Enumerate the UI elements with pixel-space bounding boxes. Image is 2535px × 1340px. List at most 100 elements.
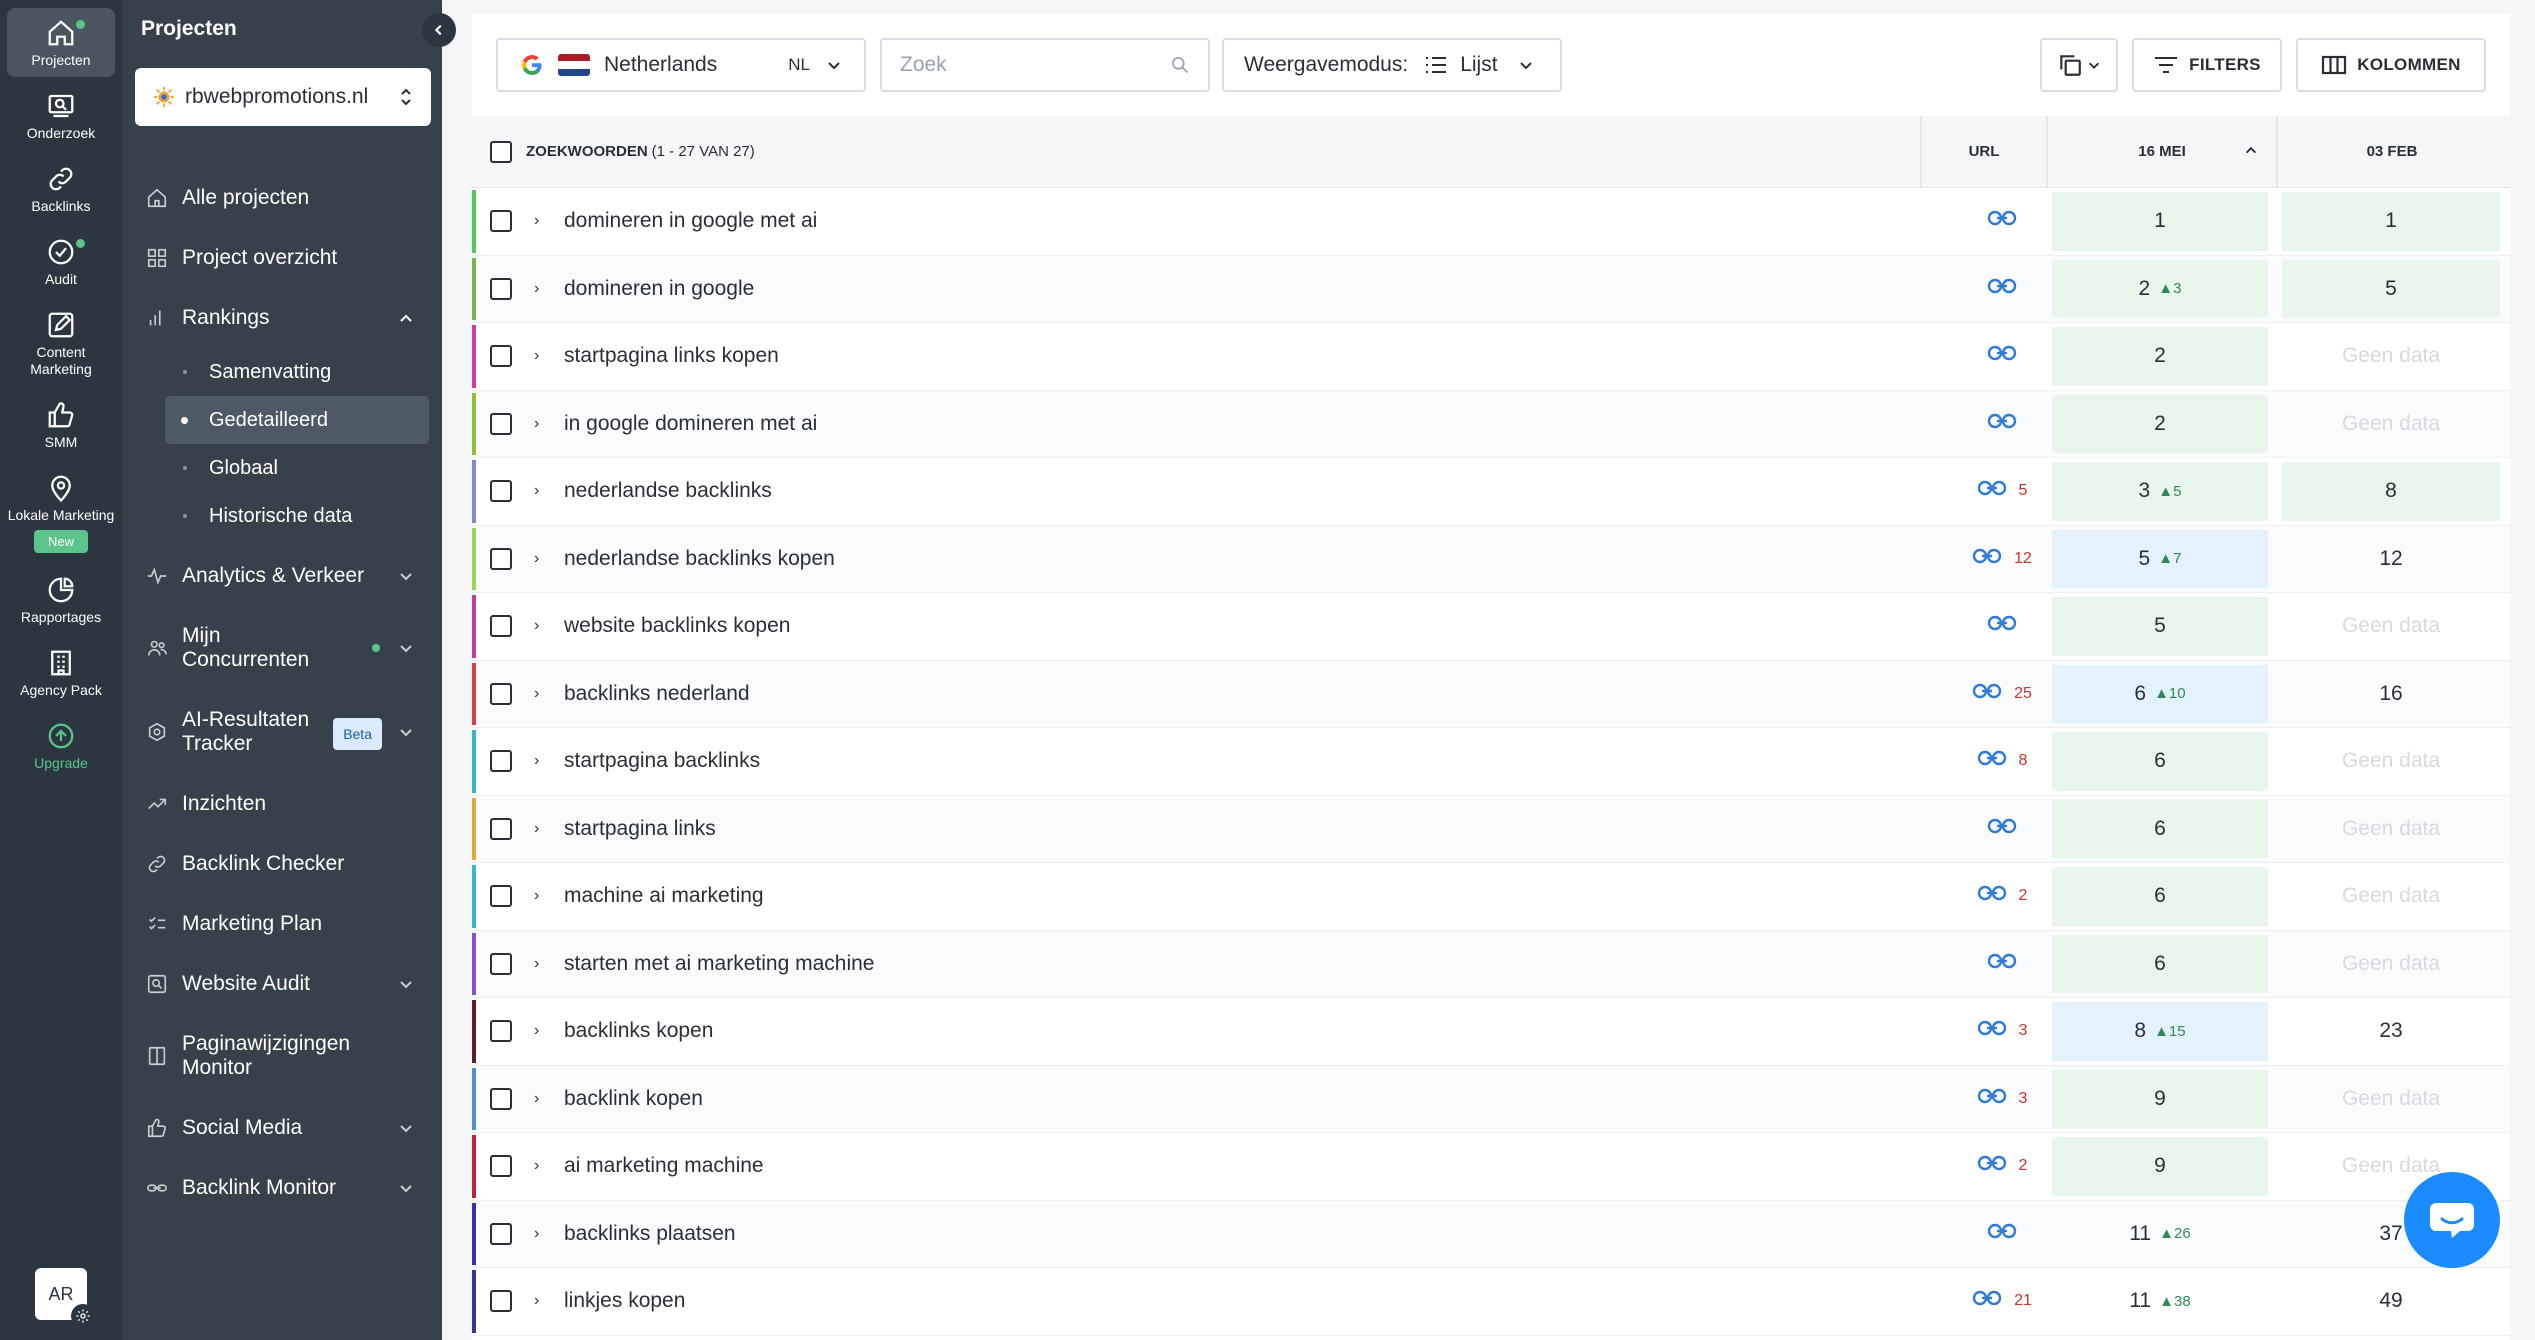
row-checkbox[interactable] — [490, 750, 512, 773]
table-row[interactable]: › nederlandse backlinks 5 3 ▲5 8 — [472, 458, 2510, 526]
chevron-right-icon[interactable]: › — [534, 955, 539, 973]
link-icon[interactable] — [1987, 209, 2017, 233]
rail-item-onderzoek[interactable]: Onderzoek — [7, 81, 115, 150]
chevron-right-icon[interactable]: › — [534, 1157, 539, 1175]
table-row[interactable]: › backlinks kopen 3 8 ▲15 23 — [472, 998, 2510, 1066]
row-checkbox[interactable] — [490, 210, 512, 233]
url-cell[interactable]: 3 — [1952, 1019, 2052, 1043]
url-cell[interactable]: 2 — [1952, 884, 2052, 908]
date2-header[interactable]: 03 FEB — [2278, 143, 2506, 160]
chevron-right-icon[interactable]: › — [534, 212, 539, 230]
rail-item-projecten[interactable]: Projecten — [7, 8, 115, 77]
link-icon[interactable] — [1977, 749, 2007, 773]
view-mode-selector[interactable]: Weergavemodus: Lijst — [1222, 38, 1562, 92]
link-icon[interactable] — [1987, 412, 2017, 436]
chevron-right-icon[interactable]: › — [534, 887, 539, 905]
table-row[interactable]: › startpagina links kopen 2 Geen data — [472, 323, 2510, 391]
project-selector[interactable]: rbwebpromotions.nl — [135, 68, 431, 126]
table-row[interactable]: › startpagina links 6 Geen data — [472, 795, 2510, 863]
link-icon[interactable] — [1977, 1019, 2007, 1043]
row-checkbox[interactable] — [490, 615, 512, 638]
url-cell[interactable]: 3 — [1952, 1087, 2052, 1111]
chevron-right-icon[interactable]: › — [534, 617, 539, 635]
nav-item-website-audit[interactable]: Website Audit — [122, 954, 442, 1014]
nav-item-rankings[interactable]: Rankings — [122, 288, 442, 348]
row-checkbox[interactable] — [490, 682, 512, 705]
row-checkbox[interactable] — [490, 1155, 512, 1178]
row-checkbox[interactable] — [490, 817, 512, 840]
row-checkbox[interactable] — [490, 345, 512, 368]
rail-item-backlinks[interactable]: Backlinks — [7, 154, 115, 223]
table-row[interactable]: › backlinks nederland 25 6 ▲10 16 — [472, 660, 2510, 728]
chevron-right-icon[interactable]: › — [534, 752, 539, 770]
table-row[interactable]: › ai marketing machine 2 9 Geen data — [472, 1133, 2510, 1201]
link-icon[interactable] — [1977, 1087, 2007, 1111]
columns-button[interactable]: KOLOMMEN — [2296, 38, 2486, 92]
chat-button[interactable] — [2404, 1172, 2500, 1268]
country-selector[interactable]: Netherlands NL — [496, 38, 866, 92]
link-icon[interactable] — [1977, 1154, 2007, 1178]
row-checkbox[interactable] — [490, 1087, 512, 1110]
nav-item-ai-tracker[interactable]: AI-Resultaten Tracker Beta — [122, 690, 442, 774]
table-row[interactable]: › nederlandse backlinks kopen 12 5 ▲7 12 — [472, 525, 2510, 593]
nav-item-inzichten[interactable]: Inzichten — [122, 774, 442, 834]
table-row[interactable]: › starten met ai marketing machine 6 Geen d… — [472, 930, 2510, 998]
url-cell[interactable]: 25 — [1952, 682, 2052, 706]
nav-item-backlink-checker[interactable]: Backlink Checker — [122, 834, 442, 894]
sub-item-gedetailleerd[interactable]: Gedetailleerd — [165, 396, 429, 444]
date1-header[interactable]: 16 MEI — [2048, 143, 2276, 160]
link-icon[interactable] — [1972, 547, 2002, 571]
table-row[interactable]: › domineren in google met ai 1 1 — [472, 188, 2510, 256]
row-checkbox[interactable] — [490, 952, 512, 975]
link-icon[interactable] — [1977, 884, 2007, 908]
link-icon[interactable] — [1987, 817, 2017, 841]
chevron-right-icon[interactable]: › — [534, 347, 539, 365]
chevron-right-icon[interactable]: › — [534, 1225, 539, 1243]
row-checkbox[interactable] — [490, 412, 512, 435]
chevron-right-icon[interactable]: › — [534, 685, 539, 703]
chevron-right-icon[interactable]: › — [534, 482, 539, 500]
url-cell[interactable] — [1952, 209, 2052, 233]
table-row[interactable]: › machine ai marketing 2 6 Geen data — [472, 863, 2510, 931]
filters-button[interactable]: FILTERS — [2132, 38, 2282, 92]
nav-item-analytics[interactable]: Analytics & Verkeer — [122, 546, 442, 606]
nav-item-paginawijzigingen[interactable]: Paginawijzigingen Monitor — [122, 1014, 442, 1098]
nav-item-project-overzicht[interactable]: Project overzicht — [122, 228, 442, 288]
url-cell[interactable]: 5 — [1952, 479, 2052, 503]
nav-item-concurrenten[interactable]: Mijn Concurrenten — [122, 606, 442, 690]
url-cell[interactable] — [1952, 614, 2052, 638]
select-all-checkbox[interactable] — [490, 140, 512, 163]
collapse-sidebar-button[interactable] — [422, 13, 456, 47]
rail-item-agency-pack[interactable]: Agency Pack — [7, 638, 115, 707]
sub-item-samenvatting[interactable]: Samenvatting — [165, 348, 429, 396]
rail-item-content-marketing[interactable]: Content Marketing — [7, 300, 115, 386]
table-row[interactable]: › backlink kopen 3 9 Geen data — [472, 1065, 2510, 1133]
row-checkbox[interactable] — [490, 1020, 512, 1043]
table-row[interactable]: › in google domineren met ai 2 Geen data — [472, 390, 2510, 458]
chevron-right-icon[interactable]: › — [534, 415, 539, 433]
link-icon[interactable] — [1977, 479, 2007, 503]
table-row[interactable]: › backlinks plaatsen 11 ▲26 37 — [472, 1200, 2510, 1268]
rail-item-upgrade[interactable]: Upgrade — [7, 711, 115, 780]
table-row[interactable]: › startpagina backlinks 8 6 Geen data — [472, 728, 2510, 796]
url-cell[interactable]: 12 — [1952, 547, 2052, 571]
chevron-right-icon[interactable]: › — [534, 280, 539, 298]
row-checkbox[interactable] — [490, 480, 512, 503]
link-icon[interactable] — [1987, 614, 2017, 638]
link-icon[interactable] — [1987, 277, 2017, 301]
url-cell[interactable]: 21 — [1952, 1289, 2052, 1313]
table-row[interactable]: › website backlinks kopen 5 Geen data — [472, 593, 2510, 661]
chevron-right-icon[interactable]: › — [534, 1090, 539, 1108]
avatar[interactable]: AR — [35, 1268, 95, 1328]
rail-item-lokale-marketing[interactable]: Lokale Marketing New — [7, 463, 115, 561]
sub-item-historische-data[interactable]: Historische data — [165, 492, 429, 540]
table-row[interactable]: › domineren in google 2 ▲3 5 — [472, 255, 2510, 323]
url-cell[interactable]: 8 — [1952, 749, 2052, 773]
sub-item-globaal[interactable]: Globaal — [165, 444, 429, 492]
row-checkbox[interactable] — [490, 1222, 512, 1245]
chevron-right-icon[interactable]: › — [534, 1022, 539, 1040]
url-cell[interactable] — [1952, 344, 2052, 368]
gear-icon[interactable] — [71, 1304, 95, 1328]
url-cell[interactable] — [1952, 952, 2052, 976]
chevron-right-icon[interactable]: › — [534, 550, 539, 568]
